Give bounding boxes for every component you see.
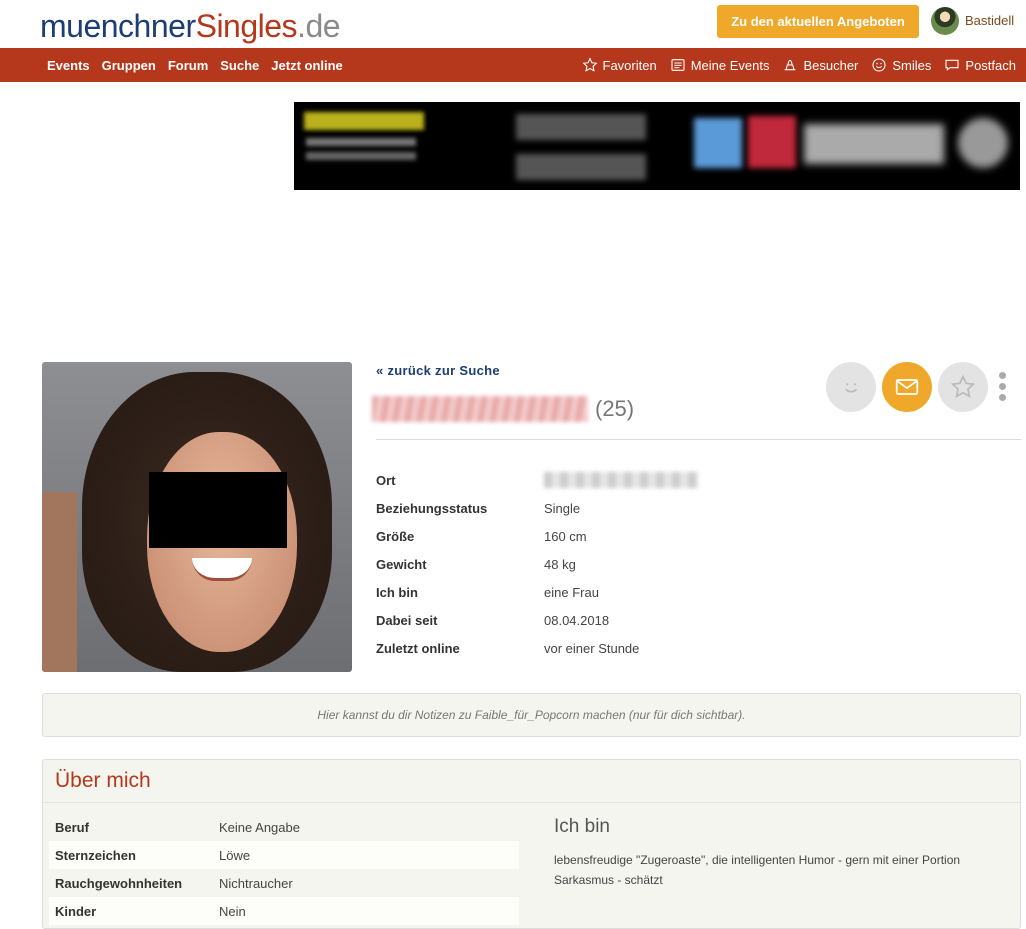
profile-divider — [376, 439, 1021, 440]
nav-jetzt-online[interactable]: Jetzt online — [271, 58, 343, 73]
about-row-label: Beruf — [55, 819, 89, 835]
envelope-icon — [895, 379, 919, 395]
visitor-icon — [785, 59, 796, 71]
nav-suche[interactable]: Suche — [220, 58, 259, 73]
fact-value: eine Frau — [544, 584, 599, 600]
smiley-icon — [844, 383, 858, 393]
fact-label: Beziehungsstatus — [376, 500, 488, 516]
fact-label: Dabei seit — [376, 612, 438, 628]
nav-right: Favoriten Meine Events Besucher Smiles P… — [581, 48, 1016, 82]
fact-value: 160 cm — [544, 528, 587, 544]
nav-meine-events-label: Meine Events — [690, 57, 770, 73]
ich-bin-heading: Ich bin — [554, 816, 610, 837]
ich-bin-text: lebensfreudige "Zugeroaste", die intelli… — [554, 853, 961, 887]
fact-label: Ich bin — [376, 584, 418, 600]
photo-background-person — [42, 492, 77, 672]
about-row: Rauchgewohnheiten Nichtraucher — [49, 869, 519, 897]
nav-smiles[interactable]: Smiles — [871, 57, 931, 73]
list-icon — [671, 59, 685, 71]
banner-blur-4 — [516, 114, 646, 140]
star-icon — [581, 57, 598, 72]
private-notes-field[interactable]: Hier kannst du dir Notizen zu Faible_für… — [42, 693, 1021, 737]
fact-row: Dabei seit 08.04.2018 — [376, 606, 776, 634]
about-row: Kinder Nein — [49, 897, 519, 925]
fact-row: Ich bin eine Frau — [376, 578, 776, 606]
user-name[interactable]: Bastidell — [965, 13, 1014, 28]
fact-row: Größe 160 cm — [376, 522, 776, 550]
user-avatar[interactable] — [931, 7, 959, 35]
fact-label: Zuletzt online — [376, 640, 460, 656]
fact-label: Ort — [376, 472, 396, 488]
logo-part-2: Singles — [195, 8, 298, 44]
more-options-icon[interactable] — [999, 372, 1009, 404]
site-logo[interactable]: muenchnerSingles.de — [40, 8, 341, 45]
about-row-label: Sternzeichen — [55, 847, 136, 863]
about-row-value: Keine Angabe — [219, 819, 300, 835]
nav-left: Events Gruppen Forum Suche Jetzt online — [47, 48, 343, 82]
nav-smiles-label: Smiles — [892, 57, 932, 73]
banner-blur-8 — [804, 124, 944, 164]
nav-besucher-label: Besucher — [803, 57, 859, 73]
about-row-value: Nein — [219, 903, 246, 919]
about-me-title: Über mich — [55, 769, 151, 792]
nav-meine-events[interactable]: Meine Events — [670, 57, 770, 73]
fact-label: Gewicht — [376, 556, 427, 572]
profile-name-blurred — [372, 396, 588, 422]
profile-photo[interactable] — [42, 362, 352, 672]
about-row: Sternzeichen Löwe — [49, 841, 519, 869]
nav-postfach-label: Postfach — [965, 57, 1016, 73]
fact-row: Ort — [376, 466, 776, 494]
about-row-label: Kinder — [55, 903, 97, 919]
fact-row: Zuletzt online vor einer Stunde — [376, 634, 776, 662]
banner-blur-1 — [304, 112, 424, 130]
nav-besucher[interactable]: Besucher — [782, 57, 858, 73]
profile-age: (25) — [595, 396, 635, 421]
logo-part-1: muenchner — [40, 8, 196, 44]
about-divider — [43, 802, 1020, 803]
about-me-section: Über mich Beruf Keine Angabe Sternzeiche… — [42, 759, 1021, 929]
about-row-value: Löwe — [219, 847, 251, 863]
fact-row: Beziehungsstatus Single — [376, 494, 776, 522]
about-row-label: Rauchgewohnheiten — [55, 875, 183, 891]
banner-blur-logo — [958, 118, 1008, 168]
banner-blur-7 — [748, 116, 796, 168]
main-nav: Events Gruppen Forum Suche Jetzt online … — [0, 48, 1026, 82]
top-header: muenchnerSingles.de Zu den aktuellen Ang… — [0, 0, 1026, 48]
banner-blur-2 — [306, 138, 416, 146]
send-message-button[interactable] — [882, 362, 932, 412]
banner-blur-3 — [306, 152, 416, 160]
star-icon — [950, 374, 976, 398]
nav-favoriten[interactable]: Favoriten — [581, 57, 657, 73]
nav-favoriten-label: Favoriten — [602, 57, 657, 73]
logo-part-3: .de — [297, 8, 341, 44]
nav-events[interactable]: Events — [47, 58, 90, 73]
fact-row: Gewicht 48 kg — [376, 550, 776, 578]
advertisement-banner[interactable] — [294, 102, 1020, 190]
banner-blur-5 — [516, 154, 646, 180]
add-favorite-button[interactable] — [938, 362, 988, 412]
fact-value: 08.04.2018 — [544, 612, 610, 628]
message-icon — [945, 59, 959, 71]
fact-value: vor einer Stunde — [544, 640, 640, 656]
about-row: Beruf Keine Angabe — [49, 813, 519, 841]
about-row-value: Nichtraucher — [219, 875, 293, 891]
nav-postfach[interactable]: Postfach — [944, 57, 1016, 73]
fact-label: Größe — [376, 528, 415, 544]
photo-censor-bar — [149, 472, 287, 548]
back-to-search-link[interactable]: « zurück zur Suche — [376, 363, 500, 378]
offers-button[interactable]: Zu den aktuellen Angeboten — [717, 5, 919, 38]
send-smile-button[interactable] — [826, 362, 876, 412]
fact-value: Single — [544, 500, 581, 516]
fact-value: 48 kg — [544, 556, 576, 572]
nav-gruppen[interactable]: Gruppen — [102, 58, 156, 73]
smiley-icon — [872, 58, 886, 72]
nav-forum[interactable]: Forum — [168, 58, 208, 73]
banner-blur-6 — [694, 118, 742, 168]
fact-value-blurred — [544, 472, 698, 488]
